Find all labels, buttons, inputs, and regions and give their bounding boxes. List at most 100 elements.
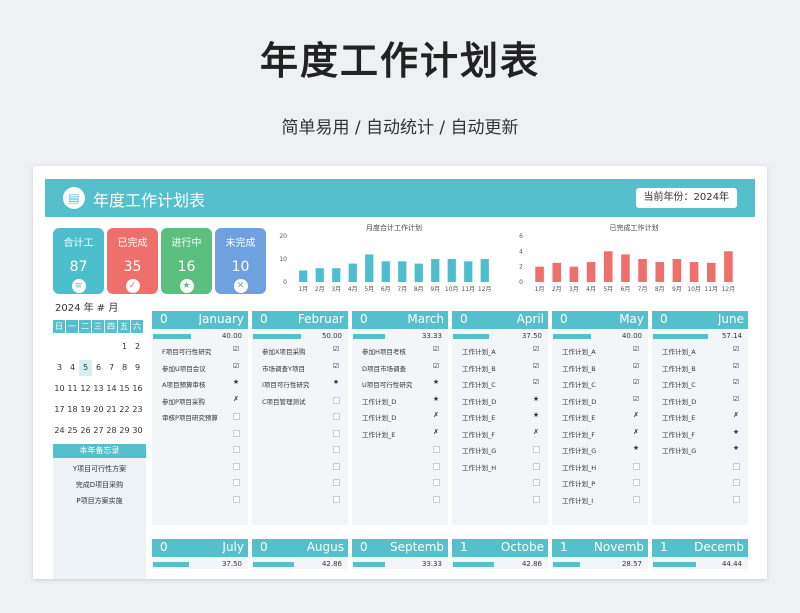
calendar-day[interactable]: 14 xyxy=(105,381,118,397)
task-status-checkbox[interactable] xyxy=(333,479,340,486)
calendar-day[interactable]: 10 xyxy=(53,381,66,397)
calendar-day[interactable]: 19 xyxy=(79,402,92,418)
task-status-checkbox[interactable] xyxy=(233,479,240,486)
task-status-checkbox[interactable]: ☑ xyxy=(632,362,640,370)
calendar-day[interactable]: 17 xyxy=(53,402,66,418)
task-status-checkbox[interactable] xyxy=(433,495,440,503)
calendar-day[interactable]: 15 xyxy=(118,381,131,397)
task-status-checkbox[interactable]: ☑ xyxy=(732,378,740,386)
task-status-checkbox[interactable]: ★ xyxy=(332,378,340,386)
task-status-checkbox[interactable]: ★ xyxy=(732,444,740,452)
task-status-checkbox[interactable] xyxy=(533,446,540,453)
calendar-day[interactable]: 27 xyxy=(92,423,105,439)
task-row xyxy=(652,491,748,508)
task-status-checkbox[interactable] xyxy=(433,446,440,453)
task-status-checkbox[interactable] xyxy=(533,462,540,470)
bar xyxy=(655,262,665,282)
task-status-checkbox[interactable]: ☑ xyxy=(232,362,240,370)
calendar-day[interactable]: 25 xyxy=(66,423,79,439)
calendar-day[interactable]: 26 xyxy=(79,423,92,439)
task-status-checkbox[interactable] xyxy=(633,462,640,470)
task-status-checkbox[interactable]: ★ xyxy=(632,444,640,452)
task-status-checkbox[interactable]: ★ xyxy=(732,428,740,436)
task-status-checkbox[interactable] xyxy=(433,479,440,486)
task-status-checkbox[interactable] xyxy=(733,479,740,486)
task-status-checkbox[interactable]: ☑ xyxy=(332,345,340,353)
task-status-checkbox[interactable] xyxy=(333,429,340,437)
task-status-checkbox[interactable] xyxy=(333,462,340,470)
task-status-checkbox[interactable]: ☑ xyxy=(332,362,340,370)
task-status-checkbox[interactable] xyxy=(733,462,740,470)
task-status-checkbox[interactable]: ★ xyxy=(232,378,240,386)
task-row xyxy=(652,474,748,491)
task-status-checkbox[interactable]: ✗ xyxy=(432,428,440,436)
calendar-day[interactable]: 5 xyxy=(79,360,92,376)
task-status-checkbox[interactable]: ★ xyxy=(532,411,540,419)
progress-value: 40.00 xyxy=(621,332,642,340)
calendar-day[interactable]: 24 xyxy=(53,423,66,439)
task-status-checkbox[interactable] xyxy=(333,446,340,453)
calendar-day[interactable]: 7 xyxy=(105,360,118,376)
task-status-checkbox[interactable]: ☑ xyxy=(732,345,740,353)
task-status-checkbox[interactable] xyxy=(233,446,240,453)
task-status-checkbox[interactable] xyxy=(633,479,640,486)
calendar-day[interactable]: 9 xyxy=(131,360,144,376)
calendar-day[interactable]: 8 xyxy=(118,360,131,376)
bar xyxy=(569,266,579,282)
task-status-checkbox[interactable] xyxy=(233,462,240,470)
task-status-checkbox[interactable] xyxy=(333,495,340,503)
task-status-checkbox[interactable]: ☑ xyxy=(532,378,540,386)
calendar-day[interactable]: 16 xyxy=(131,381,144,397)
calendar-day[interactable]: 4 xyxy=(66,360,79,376)
task-status-checkbox[interactable] xyxy=(533,479,540,486)
task-status-checkbox[interactable] xyxy=(333,396,340,404)
year-label[interactable]: 当前年份：2024年 xyxy=(635,188,737,208)
task-status-checkbox[interactable]: ☑ xyxy=(432,362,440,370)
task-status-checkbox[interactable]: ✗ xyxy=(732,411,740,419)
calendar-day[interactable]: 20 xyxy=(92,402,105,418)
calendar-day[interactable]: 1 xyxy=(118,339,131,355)
task-status-checkbox[interactable]: ☑ xyxy=(532,345,540,353)
task-status-checkbox[interactable] xyxy=(633,495,640,503)
task-status-checkbox[interactable] xyxy=(233,429,240,437)
task-status-checkbox[interactable]: ☑ xyxy=(632,395,640,403)
calendar-day[interactable]: 23 xyxy=(131,402,144,418)
progress-row: 33.33 xyxy=(352,332,448,342)
task-status-checkbox[interactable] xyxy=(533,495,540,503)
task-status-checkbox[interactable]: ★ xyxy=(432,378,440,386)
calendar-day[interactable]: 28 xyxy=(105,423,118,439)
calendar-weekday: 日 xyxy=(53,320,66,333)
task-status-checkbox[interactable]: ✗ xyxy=(632,428,640,436)
task-status-checkbox[interactable]: ✗ xyxy=(632,411,640,419)
calendar-day[interactable]: 11 xyxy=(66,381,79,397)
x-tick-label: 2月 xyxy=(315,286,325,293)
task-status-checkbox[interactable]: ✗ xyxy=(232,395,240,403)
calendar-day[interactable]: 3 xyxy=(53,360,66,376)
calendar-day[interactable]: 6 xyxy=(92,360,105,376)
calendar-day[interactable]: 22 xyxy=(118,402,131,418)
calendar-day[interactable]: 13 xyxy=(92,381,105,397)
calendar-day[interactable]: 29 xyxy=(118,423,131,439)
calendar-day[interactable]: 2 xyxy=(131,339,144,355)
task-status-checkbox[interactable]: ★ xyxy=(532,395,540,403)
task-status-checkbox[interactable] xyxy=(233,495,240,503)
task-status-checkbox[interactable]: ☑ xyxy=(732,395,740,403)
task-row xyxy=(252,408,348,425)
task-status-checkbox[interactable]: ☑ xyxy=(732,362,740,370)
task-status-checkbox[interactable]: ★ xyxy=(432,395,440,403)
calendar-day[interactable]: 30 xyxy=(131,423,144,439)
task-status-checkbox[interactable]: ☑ xyxy=(532,362,540,370)
task-status-checkbox[interactable]: ☑ xyxy=(632,345,640,353)
task-status-checkbox[interactable] xyxy=(233,413,240,420)
task-status-checkbox[interactable] xyxy=(433,462,440,470)
calendar-day[interactable]: 21 xyxy=(105,402,118,418)
calendar-day[interactable]: 18 xyxy=(66,402,79,418)
task-status-checkbox[interactable]: ☑ xyxy=(432,345,440,353)
task-status-checkbox[interactable]: ✗ xyxy=(532,428,540,436)
task-status-checkbox[interactable]: ☑ xyxy=(632,378,640,386)
task-status-checkbox[interactable] xyxy=(733,495,740,503)
calendar-day[interactable]: 12 xyxy=(79,381,92,397)
task-status-checkbox[interactable] xyxy=(333,413,340,420)
task-status-checkbox[interactable]: ☑ xyxy=(232,345,240,353)
task-status-checkbox[interactable]: ✗ xyxy=(432,411,440,419)
